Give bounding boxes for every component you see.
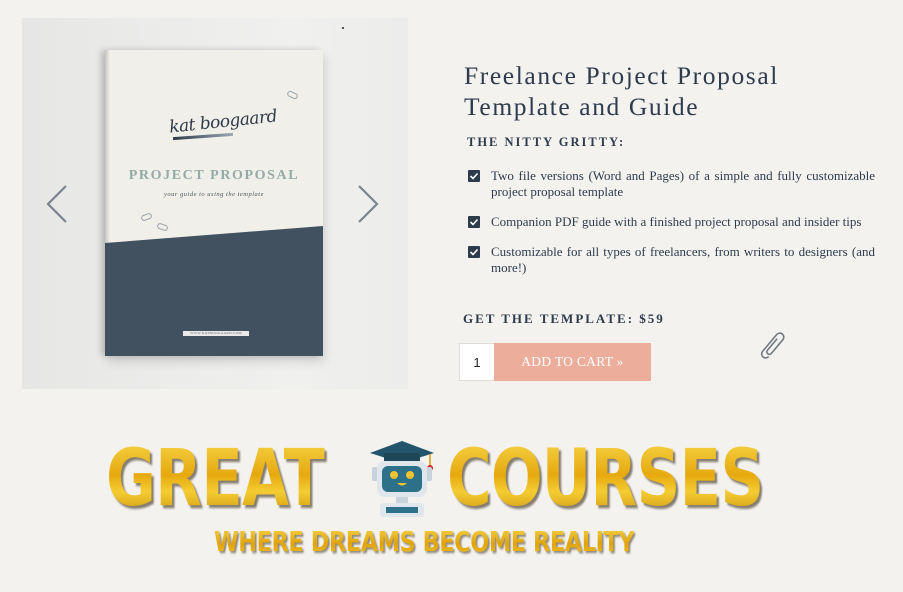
chevron-right-icon xyxy=(358,185,379,223)
feature-item: Two file versions (Word and Pages) of a … xyxy=(468,168,875,200)
great-courses-logo: GREAT COURSES WHERE DREAMS BECOME REALIT… xyxy=(104,437,794,567)
feature-item: Customizable for all types of freelancer… xyxy=(468,244,875,276)
feature-text: Customizable for all types of freelancer… xyxy=(491,244,875,275)
cover-dark-band xyxy=(105,226,323,356)
checkbox-checked-icon xyxy=(468,170,480,182)
mini-paperclip-icon xyxy=(156,222,169,232)
add-to-cart-button[interactable]: ADD TO CART » xyxy=(494,343,651,381)
robot-graduate-icon xyxy=(370,441,434,517)
cover-url: WWW.KATBOOGAARD.COM xyxy=(183,331,249,336)
paperclip-icon xyxy=(760,332,785,359)
chevron-left-icon xyxy=(46,185,67,223)
product-image-gallery: kat boogaard PROJECT PROPOSAL your guide… xyxy=(22,18,408,389)
gallery-next-button[interactable] xyxy=(353,182,383,226)
gallery-prev-button[interactable] xyxy=(42,182,72,226)
logo-word-courses: COURSES xyxy=(447,434,764,524)
image-artifact xyxy=(342,27,344,29)
cover-subtitle: your guide to using the template xyxy=(164,191,264,198)
checkbox-checked-icon xyxy=(468,246,480,258)
price-label: GET THE TEMPLATE: $59 xyxy=(463,311,665,326)
booklet-mockup: kat boogaard PROJECT PROPOSAL your guide… xyxy=(105,50,323,356)
checkbox-checked-icon xyxy=(468,216,480,228)
feature-item: Companion PDF guide with a finished proj… xyxy=(468,214,875,230)
product-title: Freelance Project Proposal Template and … xyxy=(464,61,779,121)
cover-title: PROJECT PROPOSAL xyxy=(128,168,300,183)
mini-paperclip-icon xyxy=(140,212,153,222)
logo-word-great: GREAT xyxy=(106,434,325,524)
quantity-input[interactable] xyxy=(459,343,494,381)
features-heading: THE NITTY GRITTY: xyxy=(467,135,626,149)
mini-paperclip-icon xyxy=(286,89,299,101)
logo-tagline: WHERE DREAMS BECOME REALITY xyxy=(214,525,635,558)
feature-text: Two file versions (Word and Pages) of a … xyxy=(491,168,875,199)
feature-text: Companion PDF guide with a finished proj… xyxy=(491,214,862,229)
feature-list: Two file versions (Word and Pages) of a … xyxy=(468,168,875,290)
